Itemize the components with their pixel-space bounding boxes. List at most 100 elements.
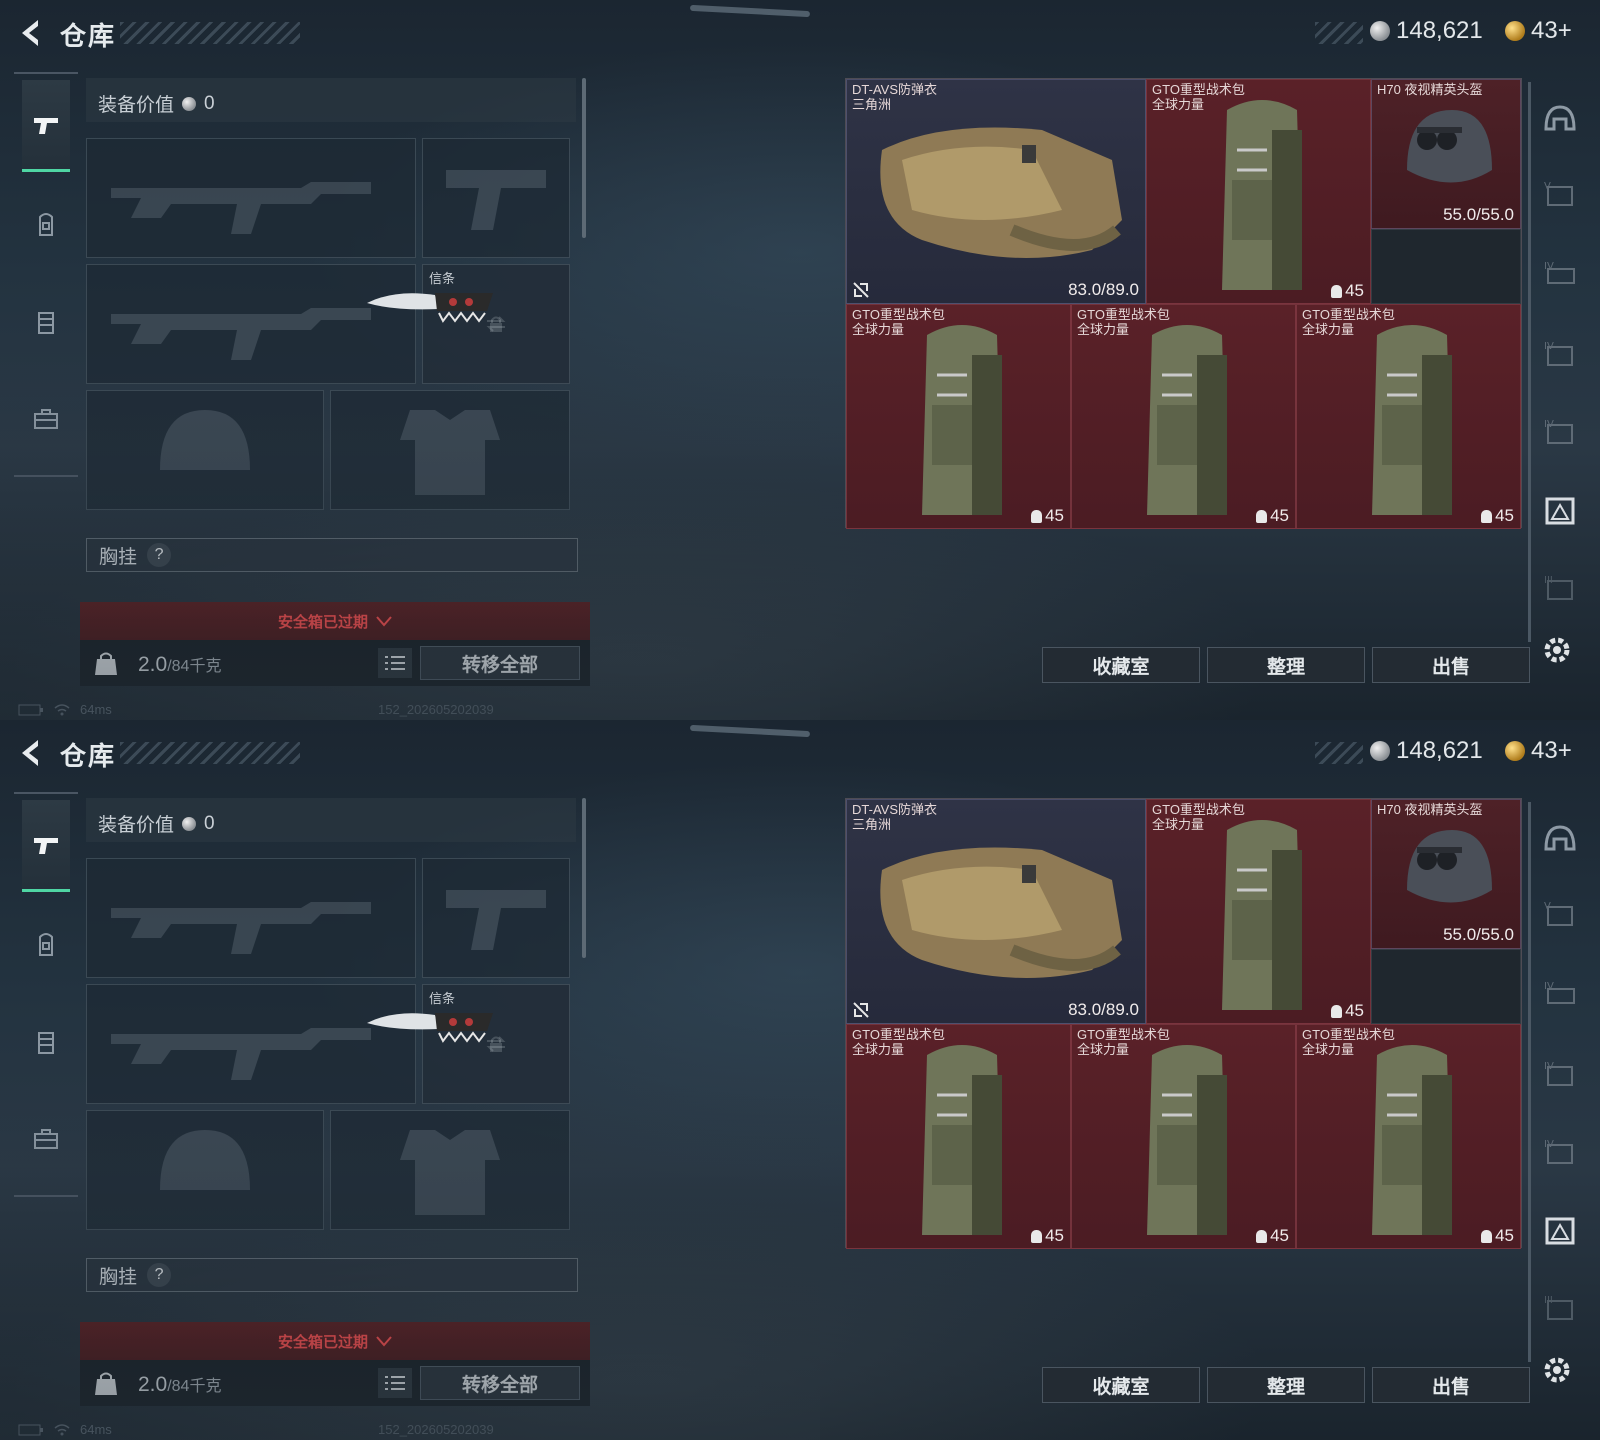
equipment-value-label: 装备价值: [98, 95, 175, 116]
inventory-item[interactable]: DT-AVS防弹衣 三角洲 83.0/89.0: [846, 799, 1146, 1024]
collection-room-button[interactable]: 收藏室: [1042, 647, 1200, 683]
list-view-button[interactable]: [378, 1368, 412, 1398]
sidearm-slot[interactable]: [422, 138, 570, 258]
nav-vest[interactable]: [22, 276, 70, 368]
nav-backpack[interactable]: [22, 178, 70, 270]
svg-text:IV: IV: [1544, 1139, 1554, 1150]
item-brand: 全球力量: [852, 322, 905, 337]
item-capacity-value: 45: [1345, 281, 1364, 300]
item-durability: 83.0/89.0: [1068, 280, 1139, 299]
currency-decoration: [1315, 742, 1363, 764]
equipment-value-label: 装备价值: [98, 815, 175, 836]
list-view-button[interactable]: [378, 648, 412, 678]
sidearm-slot[interactable]: [422, 858, 570, 978]
sort-button[interactable]: 整理: [1207, 1367, 1365, 1403]
gold-currency[interactable]: 43+: [1505, 737, 1572, 765]
gold-currency[interactable]: 43+: [1505, 17, 1572, 45]
nav-vest[interactable]: [22, 996, 70, 1088]
filter-armor-v[interactable]: V: [1539, 894, 1581, 936]
nav-backpack[interactable]: [22, 898, 70, 990]
armor-filter-icon: III: [1544, 1295, 1573, 1320]
filter-armor-iv-2[interactable]: IV: [1539, 334, 1581, 376]
sell-button[interactable]: 出售: [1372, 1367, 1530, 1403]
helmet-slot[interactable]: [86, 390, 324, 510]
inventory-item[interactable]: GTO重型战术包 全球力量 45: [846, 1024, 1071, 1249]
filter-armor-iv-2[interactable]: IV: [1539, 1054, 1581, 1096]
item-capacity: 45: [1256, 506, 1289, 526]
vest-icon: [38, 312, 54, 334]
sell-button[interactable]: 出售: [1372, 647, 1530, 683]
nav-weapons[interactable]: [22, 800, 70, 892]
helmet-slot[interactable]: [86, 1110, 324, 1230]
equipment-footer: 2.0/84千克 转移全部: [80, 1360, 590, 1406]
chest-rig-slot[interactable]: 胸挂 ?: [86, 538, 578, 572]
filter-armor-active[interactable]: [1539, 1210, 1581, 1252]
item-capacity: 45: [1256, 1226, 1289, 1246]
armor-slot[interactable]: [330, 1110, 570, 1230]
filter-armor-iv[interactable]: IV: [1539, 974, 1581, 1016]
nav-case[interactable]: [22, 372, 70, 464]
item-capacity-value: 45: [1045, 506, 1064, 525]
inventory-item[interactable]: GTO重型战术包 全球力量 45: [1071, 304, 1296, 529]
sort-button[interactable]: 整理: [1207, 647, 1365, 683]
filter-armor-iv-3[interactable]: IV: [1539, 1132, 1581, 1174]
back-arrow-icon[interactable]: [14, 16, 48, 50]
inventory-item[interactable]: GTO重型战术包 全球力量 45: [1146, 799, 1371, 1024]
chest-rig-slot[interactable]: 胸挂 ?: [86, 1258, 578, 1292]
equipment-scrollbar[interactable]: [582, 798, 586, 958]
svg-text:III: III: [1544, 575, 1553, 586]
empty-cell[interactable]: [1371, 949, 1521, 1024]
safebox-expired-banner[interactable]: 安全箱已过期: [80, 602, 590, 640]
gear-icon[interactable]: [1540, 633, 1574, 667]
chest-rig-label: 胸挂: [99, 1266, 138, 1288]
gold-amount: 43+: [1531, 17, 1572, 44]
inventory-item[interactable]: H70 夜视精英头盔 55.0/55.0: [1371, 799, 1521, 949]
armor-slot[interactable]: [330, 390, 570, 510]
gear-icon[interactable]: [1540, 1353, 1574, 1387]
filter-armor-iii[interactable]: III: [1539, 568, 1581, 610]
filter-helmet[interactable]: [1539, 98, 1581, 140]
item-capacity: 45: [1481, 506, 1514, 526]
filter-armor-v[interactable]: V: [1539, 174, 1581, 216]
nav-case[interactable]: [22, 1092, 70, 1184]
filter-armor-active[interactable]: [1539, 490, 1581, 532]
safebox-expired-banner[interactable]: 安全箱已过期: [80, 1322, 590, 1360]
filter-armor-iv[interactable]: IV: [1539, 254, 1581, 296]
helmet-filter-icon: [1544, 825, 1576, 851]
weight-bag-icon: [95, 652, 117, 675]
silver-amount: 148,621: [1396, 17, 1483, 44]
inventory-item[interactable]: GTO重型战术包 全球力量 45: [1071, 1024, 1296, 1249]
vest-icon: [38, 1032, 54, 1054]
inventory-item[interactable]: GTO重型战术包 全球力量 45: [846, 304, 1071, 529]
silver-coin-icon: [182, 96, 197, 111]
primary-weapon-slot[interactable]: [86, 858, 416, 978]
filter-armor-iii[interactable]: III: [1539, 1288, 1581, 1330]
capacity-icon: [1256, 1229, 1268, 1243]
melee-slot[interactable]: 信条: [367, 264, 570, 384]
inventory-item[interactable]: GTO重型战术包 全球力量 45: [1296, 1024, 1521, 1249]
inventory-item[interactable]: DT-AVS防弹衣 三角洲 83.0/89.0: [846, 79, 1146, 304]
collection-room-button[interactable]: 收藏室: [1042, 1367, 1200, 1403]
back-arrow-icon[interactable]: [14, 736, 48, 770]
inventory-item[interactable]: H70 夜视精英头盔 55.0/55.0: [1371, 79, 1521, 229]
safebox-expired-text: 安全箱已过期: [277, 613, 368, 631]
battery-icon: [18, 704, 43, 715]
empty-cell[interactable]: [1371, 229, 1521, 304]
transfer-all-button[interactable]: 转移全部: [420, 646, 580, 680]
transfer-all-button[interactable]: 转移全部: [420, 1366, 580, 1400]
filter-helmet[interactable]: [1539, 818, 1581, 860]
help-icon[interactable]: ?: [147, 543, 172, 567]
help-icon[interactable]: ?: [147, 1263, 172, 1287]
inventory-item[interactable]: GTO重型战术包 全球力量 45: [1146, 79, 1371, 304]
equipment-scrollbar[interactable]: [582, 78, 586, 238]
currency-decoration: [1315, 22, 1363, 44]
armor-filter-icon: IV: [1544, 341, 1573, 366]
nav-weapons[interactable]: [22, 80, 70, 172]
item-durability: 83.0/89.0: [1068, 1000, 1139, 1019]
filter-armor-iv-3[interactable]: IV: [1539, 412, 1581, 454]
primary-weapon-slot[interactable]: [86, 138, 416, 258]
capacity-icon: [1031, 509, 1043, 523]
inventory-item[interactable]: GTO重型战术包 全球力量 45: [1296, 304, 1521, 529]
svg-text:IV: IV: [1544, 419, 1554, 430]
melee-slot[interactable]: 信条: [367, 984, 570, 1104]
